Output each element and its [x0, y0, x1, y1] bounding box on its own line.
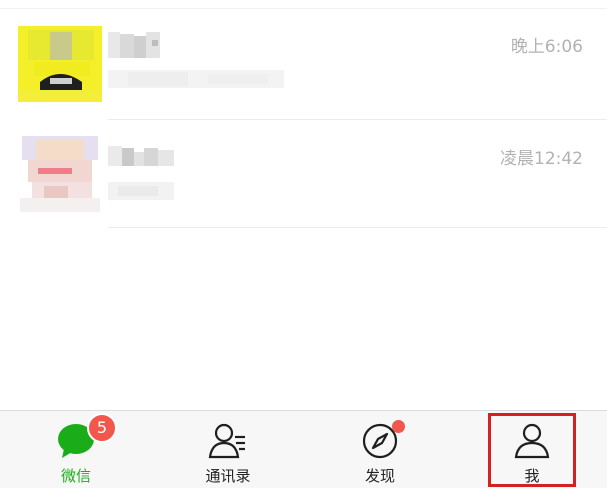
tab-label: 微信 — [60, 467, 91, 485]
chat-item[interactable]: 凌晨12:42 — [0, 120, 607, 228]
tab-discover[interactable]: 发现 — [304, 411, 456, 488]
contact-name-redacted — [108, 32, 168, 62]
last-message-redacted — [108, 182, 174, 204]
divider — [108, 227, 607, 228]
chat-item[interactable]: 晚上6:06 — [0, 12, 607, 120]
chat-time: 凌晨12:42 — [500, 149, 583, 169]
tab-label: 发现 — [364, 467, 395, 485]
avatar — [14, 134, 106, 214]
unread-badge: 5 — [87, 413, 117, 443]
chat-list: 晚上6:06 凌晨12:42 — [0, 0, 607, 410]
top-divider — [0, 8, 607, 9]
tab-chats[interactable]: 5 微信 — [0, 411, 152, 488]
avatar-image — [14, 24, 106, 104]
contacts-icon — [208, 421, 248, 461]
avatar — [14, 24, 106, 104]
chat-time: 晚上6:06 — [510, 37, 583, 57]
tab-label: 通讯录 — [205, 467, 251, 485]
last-message-redacted — [108, 70, 284, 92]
avatar-image — [14, 134, 106, 214]
bottom-tab-bar: 5 微信 通讯录 发现 我 — [0, 410, 607, 488]
tab-contacts[interactable]: 通讯录 — [152, 411, 304, 488]
highlight-box — [488, 413, 576, 487]
wechat-screen: 晚上6:06 凌晨12:42 5 微信 通讯录 发现 我 — [0, 0, 607, 488]
contact-name-redacted — [108, 142, 180, 174]
new-content-dot — [392, 420, 405, 433]
